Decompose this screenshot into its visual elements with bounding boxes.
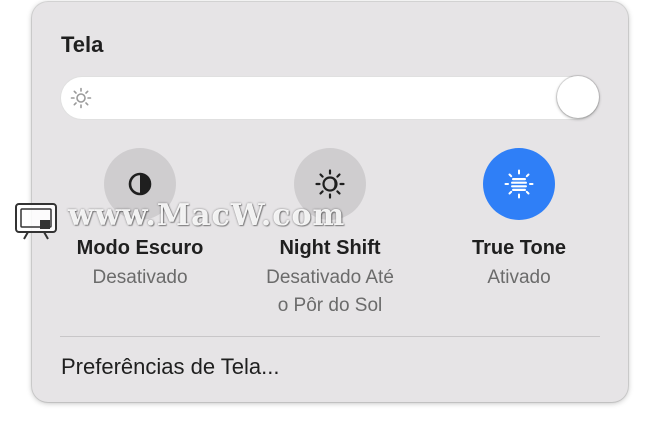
night-shift-status-line1: Desativado Até [266,267,394,288]
true-tone-button[interactable] [483,148,555,220]
watermark: www.MacW.com [14,198,374,242]
divider [60,336,600,337]
watermark-text: www.MacW.com [68,198,346,233]
panel-title: Tela [61,32,104,57]
sun-icon [70,87,92,109]
dark-mode-status: Desativado [92,267,188,288]
night-shift-status: Desativado Até o Pôr do Sol [240,264,420,320]
night-shift-status-line2: o Pôr do Sol [277,295,383,316]
true-tone-status: Ativado [487,267,551,288]
true-tone-toggle[interactable]: True Tone Ativado [429,148,609,292]
true-tone-icon [504,169,534,199]
watermark-logo-icon [15,203,57,240]
night-shift-icon [315,169,345,199]
display-preferences-link[interactable]: Preferências de Tela... [61,354,280,380]
true-tone-label: True Tone [471,237,567,259]
dark-mode-icon [128,172,152,196]
brightness-slider-knob[interactable] [557,76,599,118]
brightness-slider[interactable] [60,76,599,120]
